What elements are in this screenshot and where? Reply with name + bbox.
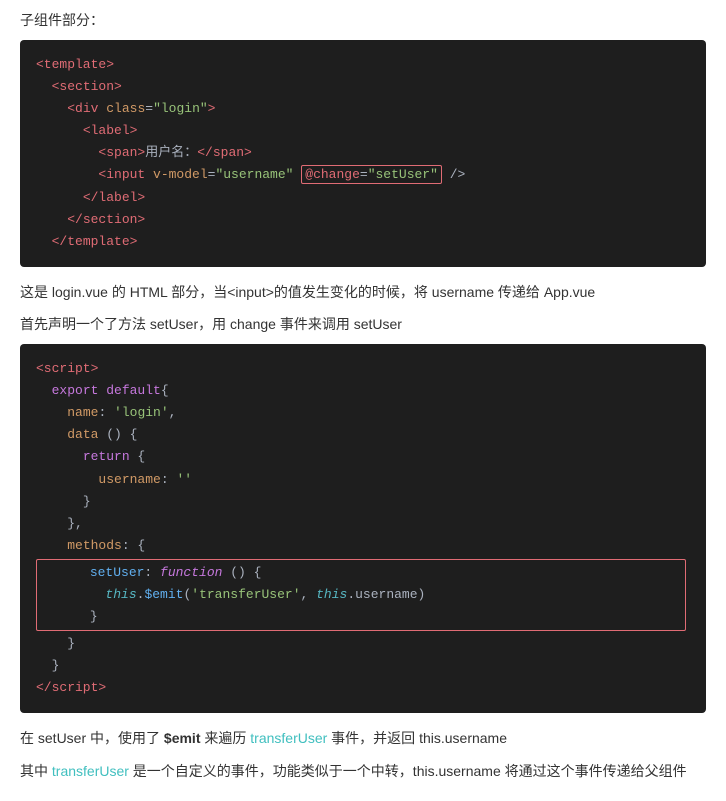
code-line: </section> bbox=[36, 209, 690, 231]
code-line: data () { bbox=[36, 424, 690, 446]
code-line: this.$emit('transferUser', this.username… bbox=[43, 584, 679, 606]
code-line: } bbox=[36, 633, 690, 655]
code-line: export default{ bbox=[36, 380, 690, 402]
code-block-1: <template> <section> <div class="login">… bbox=[20, 40, 706, 267]
code-line: } bbox=[36, 655, 690, 677]
transfer-user-1: transferUser bbox=[250, 730, 327, 746]
description-1: 这是 login.vue 的 HTML 部分，当<input>的值发生变化的时候… bbox=[20, 279, 706, 306]
code-line: }, bbox=[36, 513, 690, 535]
description-2: 首先声明一个了方法 setUser，用 change 事件来调用 setUser bbox=[20, 311, 706, 338]
code-line: methods: { bbox=[36, 535, 690, 557]
code-line: } bbox=[43, 606, 679, 628]
code-line: </label> bbox=[36, 187, 690, 209]
code-line: return { bbox=[36, 446, 690, 468]
code-line: setUser: function () { this.$emit('trans… bbox=[36, 557, 690, 633]
section-title: 子组件部分： bbox=[20, 10, 706, 30]
emit-bold: $emit bbox=[164, 730, 201, 746]
code-line: <span>用户名：</span> bbox=[36, 142, 690, 164]
description-3: 在 setUser 中，使用了 $emit 来遍历 transferUser 事… bbox=[20, 725, 706, 752]
code-line: name: 'login', bbox=[36, 402, 690, 424]
code-block-2: <script> export default{ name: 'login', … bbox=[20, 344, 706, 713]
code-line: username: '' bbox=[36, 469, 690, 491]
code-line: setUser: function () { bbox=[43, 562, 679, 584]
code-line: <script> bbox=[36, 358, 690, 380]
transfer-user-2: transferUser bbox=[52, 763, 129, 779]
description-4: 其中 transferUser 是一个自定义的事件，功能类似于一个中转，this… bbox=[20, 758, 706, 785]
code-line: <template> bbox=[36, 54, 690, 76]
code-line: <label> bbox=[36, 120, 690, 142]
code-line: <section> bbox=[36, 76, 690, 98]
code-line: </template> bbox=[36, 231, 690, 253]
code-line: <input v-model="username" @change="setUs… bbox=[36, 164, 690, 186]
code-line: </script> bbox=[36, 677, 690, 699]
code-line: } bbox=[36, 491, 690, 513]
code-line: <div class="login"> bbox=[36, 98, 690, 120]
page-container: 子组件部分： <template> <section> <div class="… bbox=[20, 10, 706, 785]
